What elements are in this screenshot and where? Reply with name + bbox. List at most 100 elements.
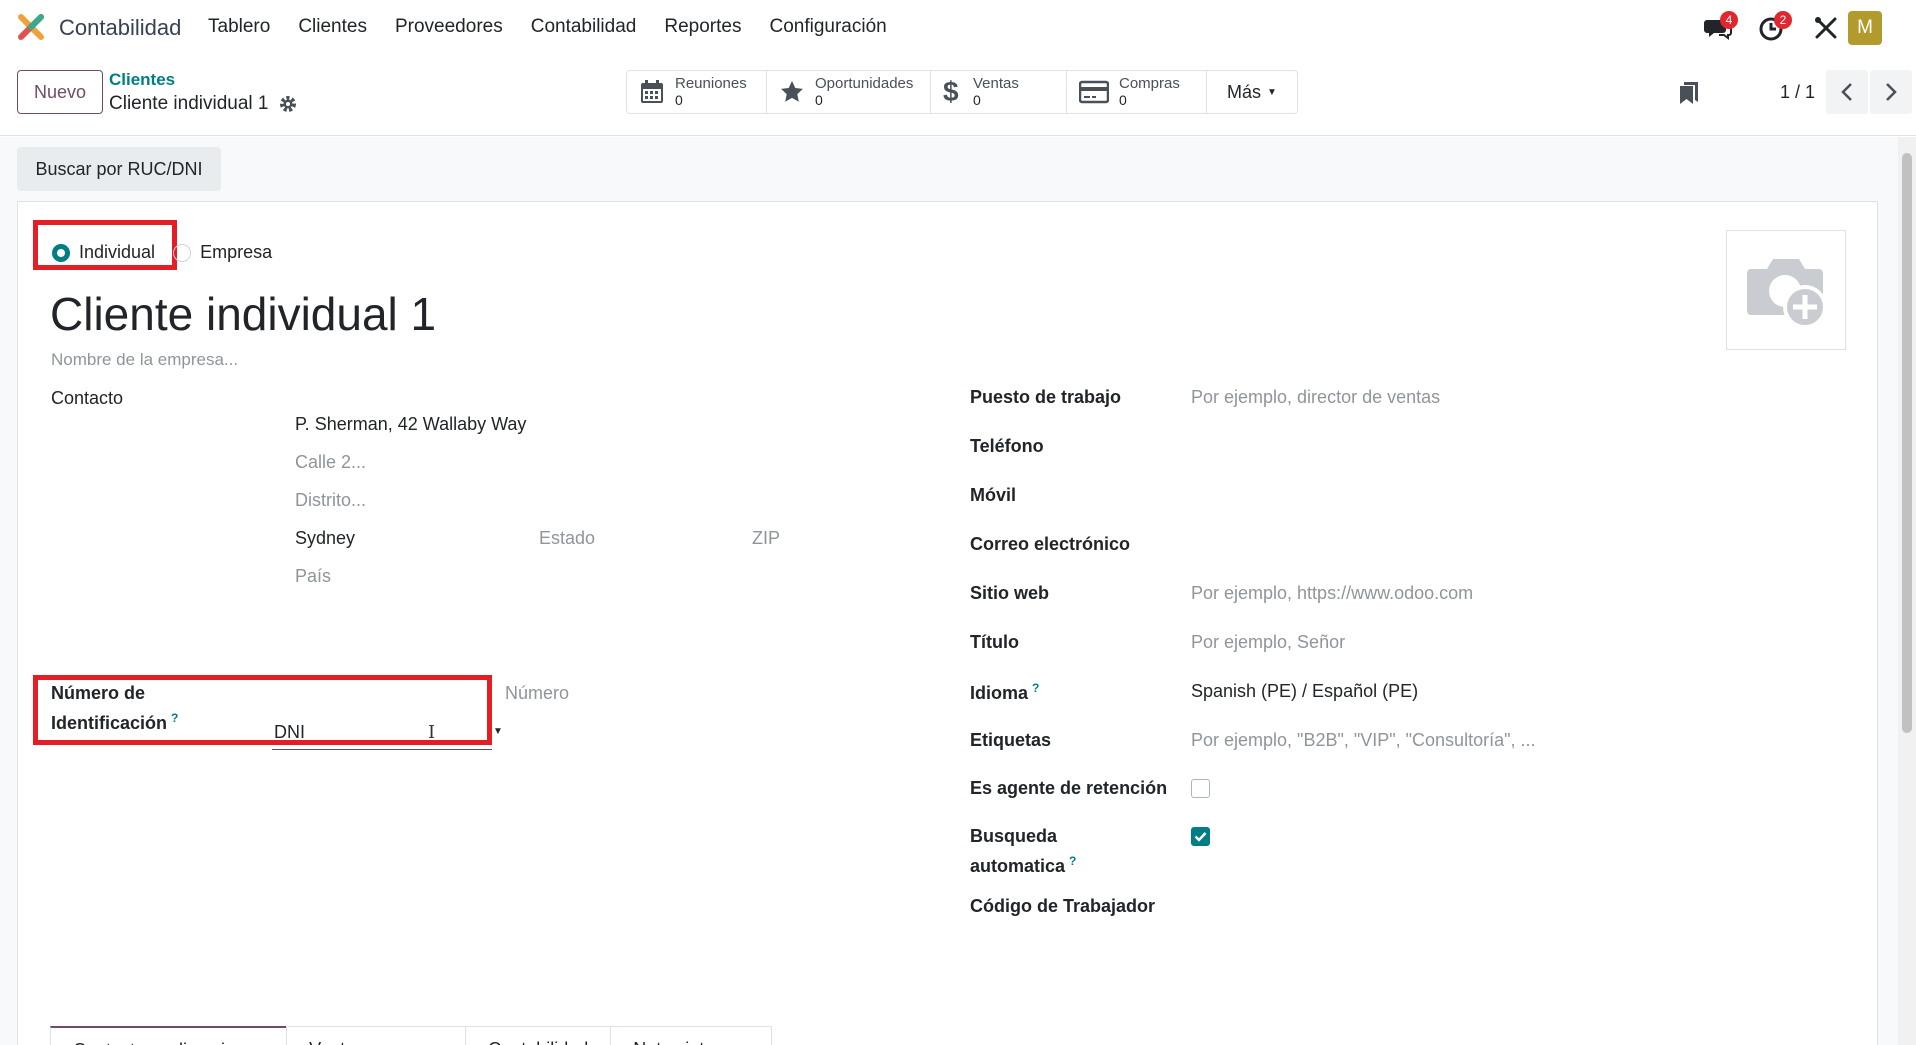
tags-input[interactable]: Por ejemplo, "B2B", "VIP", "Consultoría"… bbox=[1191, 730, 1535, 751]
calendar-icon bbox=[641, 80, 663, 103]
contact-label: Contacto bbox=[51, 388, 124, 408]
id-number-input[interactable]: Número bbox=[505, 683, 569, 704]
chat-badge: 4 bbox=[1720, 11, 1738, 29]
smart-label-oportunidades: Oportunidades bbox=[815, 75, 914, 92]
bookmark-icon[interactable] bbox=[1678, 80, 1700, 106]
main-menu: Tablero Clientes Proveedores Contabilida… bbox=[208, 16, 915, 38]
control-panel: Nuevo Clientes Cliente individual 1 Reun… bbox=[0, 56, 1916, 136]
id-type-value: DNI bbox=[274, 722, 305, 742]
star-icon bbox=[781, 81, 803, 102]
smart-label-ventas: Ventas bbox=[973, 75, 1019, 92]
state-input[interactable]: Estado bbox=[539, 528, 595, 549]
smart-value-compras: 0 bbox=[1119, 92, 1127, 108]
zip-input[interactable]: ZIP bbox=[752, 528, 780, 549]
smart-button-compras[interactable]: Compras 0 bbox=[1067, 71, 1207, 113]
more-dropdown[interactable]: Más ▼ bbox=[1207, 71, 1297, 113]
smart-label-compras: Compras bbox=[1119, 75, 1180, 92]
image-upload[interactable] bbox=[1726, 230, 1846, 350]
activity-button[interactable]: 2 bbox=[1758, 11, 1792, 42]
gear-icon[interactable] bbox=[279, 95, 297, 113]
auto-search-label-line2: automatica? bbox=[970, 854, 1077, 876]
new-button[interactable]: Nuevo bbox=[17, 70, 103, 114]
chevron-left-icon bbox=[1841, 83, 1852, 101]
smart-value-oportunidades: 0 bbox=[815, 92, 823, 108]
job-position-input[interactable]: Por ejemplo, director de ventas bbox=[1191, 387, 1440, 408]
text-cursor-icon: I bbox=[428, 722, 436, 743]
retention-agent-checkbox[interactable] bbox=[1191, 779, 1210, 798]
language-label: Idioma? bbox=[970, 681, 1040, 703]
caret-down-icon: ▼ bbox=[493, 726, 503, 737]
smart-button-oportunidades[interactable]: Oportunidades 0 bbox=[767, 71, 931, 113]
chevron-right-icon bbox=[1886, 83, 1897, 101]
smart-button-reuniones[interactable]: Reuniones 0 bbox=[627, 71, 767, 113]
pager-previous-button[interactable] bbox=[1826, 70, 1868, 114]
menu-proveedores[interactable]: Proveedores bbox=[395, 16, 503, 38]
menu-reportes[interactable]: Reportes bbox=[664, 16, 741, 38]
help-tooltip-icon[interactable]: ? bbox=[171, 711, 178, 725]
pager-next-button[interactable] bbox=[1870, 70, 1912, 114]
help-tooltip-icon[interactable]: ? bbox=[1069, 854, 1076, 868]
activity-badge: 2 bbox=[1774, 11, 1792, 29]
smart-buttons: Reuniones 0 Oportunidades 0 $ Ventas 0 Comp… bbox=[626, 70, 1298, 114]
notebook-tabs: Contactos y direcciones Ventas y compra … bbox=[50, 1026, 773, 1045]
radio-individual-label[interactable]: Individual bbox=[79, 242, 155, 263]
menu-clientes[interactable]: Clientes bbox=[298, 16, 367, 38]
scrollbar-thumb[interactable] bbox=[1902, 153, 1912, 733]
website-input[interactable]: Por ejemplo, https://www.odoo.com bbox=[1191, 583, 1473, 604]
tab-ventas-compra[interactable]: Ventas y compra bbox=[286, 1026, 467, 1045]
more-label: Más bbox=[1227, 81, 1262, 102]
breadcrumb-clientes[interactable]: Clientes bbox=[109, 70, 175, 90]
title-label: Título bbox=[970, 632, 1019, 652]
search-ruc-dni-button[interactable]: Buscar por RUC/DNI bbox=[17, 147, 221, 191]
radio-empresa[interactable] bbox=[173, 243, 192, 262]
mobile-label: Móvil bbox=[970, 485, 1017, 505]
street2-input[interactable]: Calle 2... bbox=[295, 452, 366, 473]
retention-agent-label: Es agente de retención bbox=[970, 778, 1168, 798]
pager: 1 / 1 bbox=[1676, 70, 1916, 114]
tags-label: Etiquetas bbox=[970, 730, 1052, 750]
form-sheet: Individual Empresa Cliente individual 1 … bbox=[17, 201, 1878, 1045]
auto-search-label-line1: Busqueda bbox=[970, 826, 1058, 846]
chat-button[interactable]: 4 bbox=[1704, 11, 1738, 42]
partner-name-input[interactable]: Cliente individual 1 bbox=[50, 287, 436, 341]
id-number-label-line2: Identificación? bbox=[51, 711, 179, 733]
country-input[interactable]: País bbox=[295, 566, 331, 587]
systray: 4 2 M bbox=[1676, 10, 1916, 46]
title-input[interactable]: Por ejemplo, Señor bbox=[1191, 632, 1345, 653]
radio-empresa-label[interactable]: Empresa bbox=[200, 242, 272, 263]
job-position-label: Puesto de trabajo bbox=[970, 387, 1122, 407]
app-name[interactable]: Contabilidad bbox=[59, 15, 181, 41]
id-type-select[interactable]: DNI I ▼ bbox=[272, 722, 503, 750]
company-name-input[interactable]: Nombre de la empresa... bbox=[51, 350, 238, 370]
help-tooltip-icon[interactable]: ? bbox=[1032, 681, 1039, 695]
company-type-radio: Individual Empresa bbox=[52, 242, 272, 263]
menu-configuracion[interactable]: Configuración bbox=[769, 16, 886, 38]
checkmark-icon bbox=[1194, 832, 1207, 842]
smart-button-ventas[interactable]: $ Ventas 0 bbox=[931, 71, 1067, 113]
smart-value-ventas: 0 bbox=[973, 92, 981, 108]
credit-card-icon bbox=[1079, 80, 1109, 104]
menu-tablero[interactable]: Tablero bbox=[208, 16, 270, 38]
tab-notas-internas[interactable]: Notas internas bbox=[610, 1026, 773, 1045]
district-input[interactable]: Distrito... bbox=[295, 490, 366, 511]
radio-individual[interactable] bbox=[52, 243, 70, 262]
tab-contactos-direcciones[interactable]: Contactos y direcciones bbox=[50, 1026, 288, 1045]
accounting-app-icon[interactable] bbox=[17, 13, 45, 41]
camera-plus-icon bbox=[1747, 259, 1827, 329]
language-select[interactable]: Spanish (PE) / Español (PE) bbox=[1191, 681, 1418, 702]
phone-label: Teléfono bbox=[970, 436, 1044, 456]
street-input[interactable]: P. Sherman, 42 Wallaby Way bbox=[295, 414, 526, 435]
smart-value-reuniones: 0 bbox=[675, 92, 683, 108]
id-number-label-line1: Número de bbox=[51, 683, 146, 703]
smart-label-reuniones: Reuniones bbox=[675, 75, 747, 92]
tools-icon[interactable] bbox=[1812, 14, 1840, 42]
pager-value[interactable]: 1 / 1 bbox=[1780, 82, 1815, 103]
auto-search-checkbox[interactable] bbox=[1191, 827, 1210, 846]
menu-contabilidad[interactable]: Contabilidad bbox=[531, 16, 637, 38]
user-avatar[interactable]: M bbox=[1848, 11, 1882, 45]
city-input[interactable]: Sydney bbox=[295, 528, 355, 549]
tab-contabilidad[interactable]: Contabilidad bbox=[465, 1026, 612, 1045]
email-label: Correo electrónico bbox=[970, 534, 1131, 554]
website-label: Sitio web bbox=[970, 583, 1050, 603]
scrollbar[interactable] bbox=[1898, 137, 1916, 1045]
